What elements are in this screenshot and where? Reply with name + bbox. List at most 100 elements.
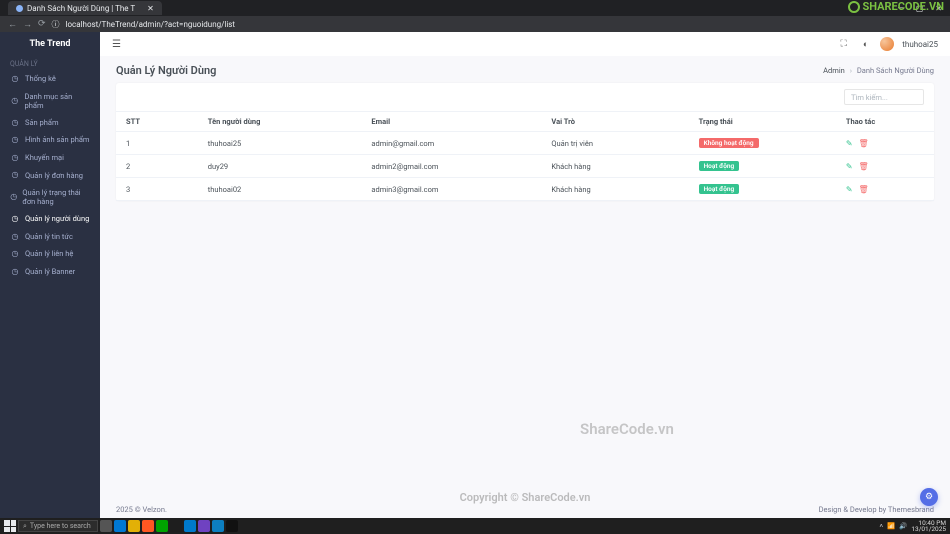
table-row: 3thuhoai02admin3@gmail.comKhách hàngHoạt…: [116, 178, 934, 201]
sidebar-item-users[interactable]: ◷ Quản lý người dùng: [0, 210, 100, 228]
cell-stt: 3: [116, 178, 198, 201]
cell-status: Không hoạt động: [689, 132, 836, 155]
settings-fab[interactable]: ⚙: [920, 488, 938, 506]
start-icon[interactable]: [4, 520, 16, 532]
user-icon: ◷: [10, 214, 20, 224]
news-icon: ◷: [10, 232, 20, 242]
taskbar-app-icon[interactable]: [226, 520, 238, 532]
tag-icon: ◷: [10, 153, 20, 163]
taskbar-tray: ˄ 📶 🔊 10:40 PM 13/01/2025: [879, 520, 946, 533]
cell-status: Hoạt động: [689, 155, 836, 178]
cart-icon: ◷: [10, 170, 20, 180]
edit-icon[interactable]: ✎: [846, 139, 853, 148]
taskbar-app-icon[interactable]: [100, 520, 112, 532]
search-row: [116, 83, 934, 111]
edit-icon[interactable]: ✎: [846, 185, 853, 194]
sidebar-item-label: Quản lý tin tức: [25, 232, 73, 241]
taskbar-search-placeholder: Type here to search: [30, 522, 91, 530]
taskbar-app-icon[interactable]: [212, 520, 224, 532]
hamburger-icon[interactable]: ☰: [112, 39, 121, 50]
forward-icon[interactable]: →: [23, 19, 32, 30]
sidebar-item-label: Thống kê: [25, 74, 56, 83]
cell-action: ✎🗑: [836, 132, 934, 155]
sidebar-item-categories[interactable]: ◷ Danh mục sản phẩm: [0, 88, 100, 114]
tab-close-icon[interactable]: ✕: [147, 4, 154, 13]
cell-action: ✎🗑: [836, 155, 934, 178]
sidebar-item-label: Quản lý liên hệ: [25, 249, 73, 258]
cell-role: Quản trị viên: [541, 132, 688, 155]
footer-right: Design & Develop by Themesbrand: [819, 505, 934, 514]
url-text[interactable]: localhost/TheTrend/admin/?act=nguoidung/…: [66, 20, 942, 29]
taskbar-app-icon[interactable]: [170, 520, 182, 532]
sidebar-item-images[interactable]: ◷Hình ảnh sản phẩm: [0, 131, 100, 149]
taskbar-app-icon[interactable]: [156, 520, 168, 532]
footer: 2025 © Velzon. Design & Develop by Theme…: [100, 501, 950, 518]
edit-icon[interactable]: ✎: [846, 162, 853, 171]
table-row: 2duy29admin2@gmail.comKhách hàngHoạt độn…: [116, 155, 934, 178]
delete-icon[interactable]: 🗑: [859, 139, 869, 148]
status-badge: Không hoạt động: [699, 138, 759, 148]
folder-icon: ◷: [10, 96, 20, 106]
status-badge: Hoạt động: [699, 161, 740, 171]
brand[interactable]: The Trend: [0, 32, 100, 56]
col-status: Trạng thái: [689, 112, 836, 132]
sidebar-item-promotions[interactable]: ◷Khuyến mại: [0, 149, 100, 167]
image-icon: ◷: [10, 135, 20, 145]
users-table: STT Tên người dùng Email Vai Trò Trạng t…: [116, 111, 934, 201]
maximize-icon[interactable]: ▢: [916, 4, 924, 13]
sidebar-item-news[interactable]: ◷ Quản lý tin tức: [0, 228, 100, 246]
col-role: Vai Trò: [541, 112, 688, 132]
table-row: 1thuhoai25admin@gmail.comQuản trị viênKh…: [116, 132, 934, 155]
taskbar-app-icon[interactable]: [198, 520, 210, 532]
sidebar-item-products[interactable]: ◷Sản phẩm: [0, 114, 100, 132]
taskbar-app-icon[interactable]: [142, 520, 154, 532]
search-input[interactable]: [844, 89, 924, 105]
sidebar-item-statistics[interactable]: ◷ Thống kê: [0, 70, 100, 88]
page-header: Quản Lý Người Dùng Admin › Danh Sách Ngư…: [100, 56, 950, 83]
tray-volume-icon[interactable]: 🔊: [899, 522, 907, 530]
delete-icon[interactable]: 🗑: [859, 162, 869, 171]
sidebar-item-banner[interactable]: ◷Quản lý Banner: [0, 263, 100, 281]
tray-chevron-icon[interactable]: ˄: [879, 522, 883, 530]
page-title: Quản Lý Người Dùng: [116, 64, 823, 77]
col-action: Thao tác: [836, 112, 934, 132]
sidebar-item-label: Sản phẩm: [25, 118, 59, 127]
delete-icon[interactable]: 🗑: [859, 185, 869, 194]
taskbar-app-icon[interactable]: [114, 520, 126, 532]
lock-icon: ⓘ: [52, 19, 60, 30]
darkmode-icon[interactable]: ◐: [859, 39, 872, 50]
avatar[interactable]: [880, 37, 894, 51]
sidebar-item-label: Danh mục sản phẩm: [25, 92, 90, 110]
sidebar-item-contact[interactable]: ◷Quản lý liên hệ: [0, 245, 100, 263]
taskbar-clock[interactable]: 10:40 PM 13/01/2025: [911, 520, 946, 533]
back-icon[interactable]: ←: [8, 19, 17, 30]
col-name: Tên người dùng: [198, 112, 362, 132]
username[interactable]: thuhoai25: [902, 40, 938, 49]
browser-tab[interactable]: Danh Sách Người Dùng | The T ✕: [8, 1, 162, 15]
minimize-icon[interactable]: —: [897, 4, 903, 13]
reload-icon[interactable]: ⟳: [38, 19, 46, 29]
taskbar-app-icon[interactable]: [128, 520, 140, 532]
table-header-row: STT Tên người dùng Email Vai Trò Trạng t…: [116, 112, 934, 132]
fullscreen-icon[interactable]: ⛶: [837, 39, 851, 49]
cell-name: duy29: [198, 155, 362, 178]
taskbar-search[interactable]: ⌕ Type here to search: [18, 520, 98, 532]
sidebar-item-label: Quản lý người dùng: [25, 214, 89, 223]
cell-email: admin2@gmail.com: [361, 155, 541, 178]
taskbar-app-icon[interactable]: [184, 520, 196, 532]
breadcrumb-root[interactable]: Admin: [823, 66, 845, 75]
window-close-icon[interactable]: ✕: [935, 4, 942, 13]
sidebar-item-label: Quản lý Banner: [25, 267, 75, 276]
chevron-right-icon: ›: [850, 66, 852, 75]
sidebar-item-order-status[interactable]: ◷Quản lý trạng thái đơn hàng: [0, 184, 100, 210]
favicon: [16, 5, 23, 12]
window-controls: — ▢ ✕: [897, 4, 942, 13]
tab-title: Danh Sách Người Dùng | The T: [27, 4, 135, 13]
cell-stt: 2: [116, 155, 198, 178]
breadcrumb-current: Danh Sách Người Dùng: [857, 66, 934, 75]
chart-icon: ◷: [10, 74, 20, 84]
cell-email: admin3@gmail.com: [361, 178, 541, 201]
tray-wifi-icon[interactable]: 📶: [887, 522, 895, 530]
sidebar-item-orders[interactable]: ◷Quản lý đơn hàng: [0, 166, 100, 184]
cell-name: thuhoai25: [198, 132, 362, 155]
